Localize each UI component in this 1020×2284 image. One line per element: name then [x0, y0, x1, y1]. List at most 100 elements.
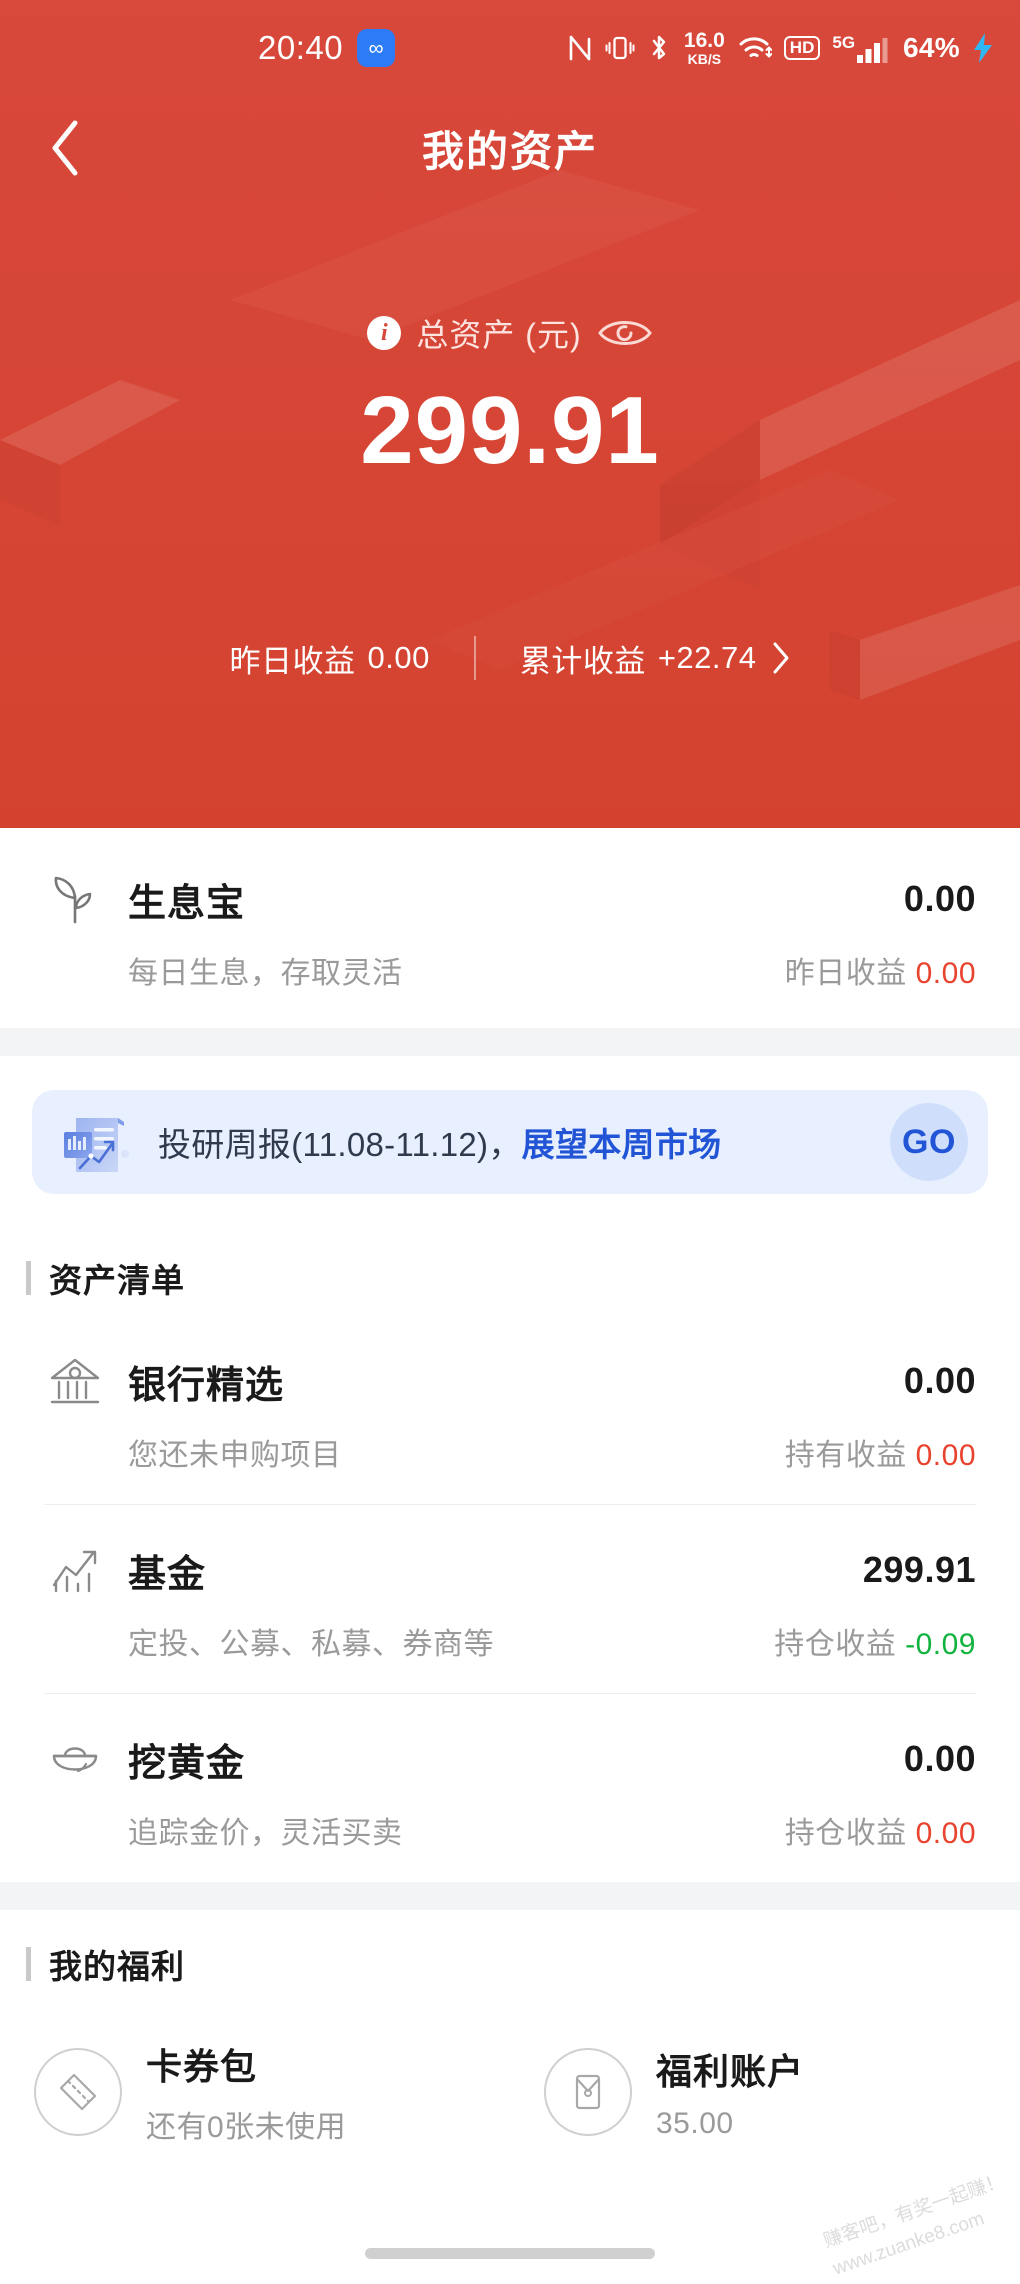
asset-sub-value-fund: -0.09 — [905, 1628, 976, 1661]
asset-row-fund[interactable]: 基金 299.91 定投、公募、私募、券商等 持仓收益 -0.09 — [44, 1504, 976, 1693]
shengxibao-sub-label: 昨日收益 — [784, 957, 907, 990]
hd-icon: HD — [783, 35, 821, 61]
cumulative-profit[interactable]: 累计收益 +22.74 — [520, 636, 791, 681]
charging-bolt-icon — [972, 32, 994, 64]
asset-list-card: 银行精选 0.00 您还未申购项目 持有收益 0.00 基金 299.91 定投… — [0, 1316, 1020, 1882]
shengxibao-card: 生息宝 0.00 每日生息，存取灵活 昨日收益 0.00 — [0, 828, 1020, 1028]
asset-list-title: 资产清单 — [49, 1262, 185, 1299]
cellular-signal-icon: 5G — [832, 34, 891, 63]
shengxibao-sub: 昨日收益 0.00 — [785, 948, 976, 992]
cumulative-profit-label: 累计收益 — [519, 643, 646, 679]
total-assets-label: 总资产 (元) — [416, 317, 582, 353]
page-title: 我的资产 — [421, 127, 598, 175]
status-time: 20:40 — [258, 29, 344, 66]
asset-desc-gold: 追踪金价，灵活买卖 — [128, 1817, 403, 1850]
gold-ingot-icon — [44, 1728, 106, 1790]
asset-row-bank-bottom: 您还未申购项目 持有收益 0.00 — [44, 1430, 976, 1474]
banner-go-button[interactable]: GO — [890, 1103, 968, 1181]
benefit-item-coupons[interactable]: 卡券包 还有0张未使用 — [0, 2038, 510, 2146]
section-gap-2 — [0, 1882, 1020, 1910]
shengxibao-row-bottom: 每日生息，存取灵活 昨日收益 0.00 — [44, 948, 976, 992]
asset-value-gold: 0.00 — [903, 1738, 976, 1779]
section-gap-1 — [0, 1028, 1020, 1056]
asset-row-gold-bottom: 追踪金价，灵活买卖 持仓收益 0.00 — [44, 1808, 976, 1852]
report-document-chart-icon — [58, 1106, 136, 1178]
shengxibao-row-top: 生息宝 0.00 — [44, 868, 976, 930]
battery-percent: 64% — [903, 32, 960, 63]
asset-name-bank: 银行精选 — [128, 1364, 285, 1407]
asset-sub-value-gold: 0.00 — [915, 1817, 976, 1850]
benefit-coupons-texts: 卡券包 还有0张未使用 — [146, 2038, 346, 2146]
chevron-right-icon — [771, 641, 791, 675]
network-speed-value: 16.0 — [683, 29, 725, 52]
network-speed-indicator: 16.0 KB/S — [684, 30, 725, 66]
section-accent-bar-2 — [26, 1947, 31, 1981]
shengxibao-value: 0.00 — [903, 878, 976, 919]
banner-text-highlight: 展望本周市场 — [521, 1126, 722, 1163]
asset-sub-value-bank: 0.00 — [915, 1439, 976, 1472]
watermark-line-2: www.zuanke8.com — [830, 2208, 988, 2281]
sprout-leaf-icon — [44, 868, 106, 930]
wifi-icon — [738, 34, 772, 62]
coupon-ticket-icon — [34, 2048, 122, 2136]
home-indicator — [365, 2248, 655, 2259]
shengxibao-desc: 每日生息，存取灵活 — [128, 957, 403, 990]
back-button[interactable] — [34, 116, 98, 180]
bluetooth-icon — [647, 33, 671, 63]
status-bar-right: 16.0 KB/S HD 5G 64% — [567, 30, 994, 66]
asset-row-gold[interactable]: 挖黄金 0.00 追踪金价，灵活买卖 持仓收益 0.00 — [44, 1693, 976, 1882]
banner-text-plain: 投研周报(11.08-11.12)， — [158, 1126, 522, 1163]
yesterday-profit-value: 0.00 — [367, 640, 430, 676]
asset-row-fund-bottom: 定投、公募、私募、券商等 持仓收益 -0.09 — [44, 1619, 976, 1663]
benefit-coupons-title: 卡券包 — [146, 2046, 258, 2087]
profit-summary-row: 昨日收益 0.00 累计收益 +22.74 — [0, 636, 1020, 681]
nfc-icon — [567, 33, 593, 63]
shengxibao-sub-value: 0.00 — [915, 957, 976, 990]
eye-visible-icon[interactable] — [597, 316, 653, 350]
benefits-title: 我的福利 — [49, 1948, 185, 1985]
asset-sub-fund: 持仓收益 -0.09 — [774, 1619, 976, 1663]
app-badge-icon: ∞ — [357, 29, 396, 67]
cumulative-profit-value: +22.74 — [657, 640, 757, 676]
shengxibao-name: 生息宝 — [128, 882, 246, 925]
asset-list-section-header: 资产清单 — [0, 1224, 1020, 1316]
asset-sub-gold: 持仓收益 0.00 — [785, 1808, 976, 1852]
total-assets-amount: 299.91 — [360, 377, 660, 484]
section-accent-bar — [26, 1261, 31, 1295]
cellular-type-label: 5G — [832, 32, 856, 52]
asset-name-gold: 挖黄金 — [128, 1742, 246, 1785]
banner-text: 投研周报(11.08-11.12)，展望本周市场 — [158, 1118, 721, 1166]
asset-row-fund-top: 基金 299.91 — [44, 1539, 976, 1601]
asset-sub-bank: 持有收益 0.00 — [785, 1430, 976, 1474]
network-speed-unit: KB/S — [687, 51, 722, 67]
asset-row-gold-top: 挖黄金 0.00 — [44, 1728, 976, 1790]
total-assets-label-row: i 总资产 (元) — [0, 310, 1020, 356]
info-icon[interactable]: i — [367, 316, 402, 350]
watermark-line-1: 赚客吧，有奖一起赚！ — [820, 2170, 1008, 2253]
info-glyph: i — [381, 320, 388, 346]
nav-bar: 我的资产 — [0, 96, 1020, 200]
research-report-banner[interactable]: 投研周报(11.08-11.12)，展望本周市场 GO — [32, 1090, 988, 1194]
asset-sub-label-bank: 持有收益 — [784, 1439, 907, 1472]
asset-desc-bank: 您还未申购项目 — [128, 1439, 342, 1472]
chevron-left-icon — [52, 120, 78, 176]
yesterday-profit: 昨日收益 0.00 — [229, 636, 429, 681]
status-bar: 20:40 ∞ 16.0 KB/S HD 5G 64% — [0, 0, 1020, 96]
asset-desc-fund: 定投、公募、私募、券商等 — [128, 1628, 494, 1661]
benefit-welfare-texts: 福利账户 35.00 — [656, 2043, 804, 2141]
vibrate-icon — [605, 33, 635, 63]
trending-chart-icon — [44, 1539, 106, 1601]
asset-row-bank-top: 银行精选 0.00 — [44, 1350, 976, 1412]
banner-container: 投研周报(11.08-11.12)，展望本周市场 GO — [0, 1056, 1020, 1224]
benefit-item-welfare-account[interactable]: 福利账户 35.00 — [510, 2038, 1020, 2146]
benefit-welfare-sub: 35.00 — [656, 2107, 734, 2140]
profit-divider — [473, 636, 476, 681]
bank-building-icon — [44, 1350, 106, 1412]
shengxibao-row[interactable]: 生息宝 0.00 每日生息，存取灵活 昨日收益 0.00 — [44, 828, 976, 1028]
site-watermark: 赚客吧，有奖一起赚！ www.zuanke8.com — [820, 2167, 1019, 2284]
red-envelope-icon — [544, 2048, 632, 2136]
asset-name-fund: 基金 — [128, 1553, 207, 1596]
asset-value-bank: 0.00 — [903, 1360, 976, 1401]
infinity-glyph: ∞ — [368, 36, 384, 60]
asset-row-bank[interactable]: 银行精选 0.00 您还未申购项目 持有收益 0.00 — [44, 1316, 976, 1504]
